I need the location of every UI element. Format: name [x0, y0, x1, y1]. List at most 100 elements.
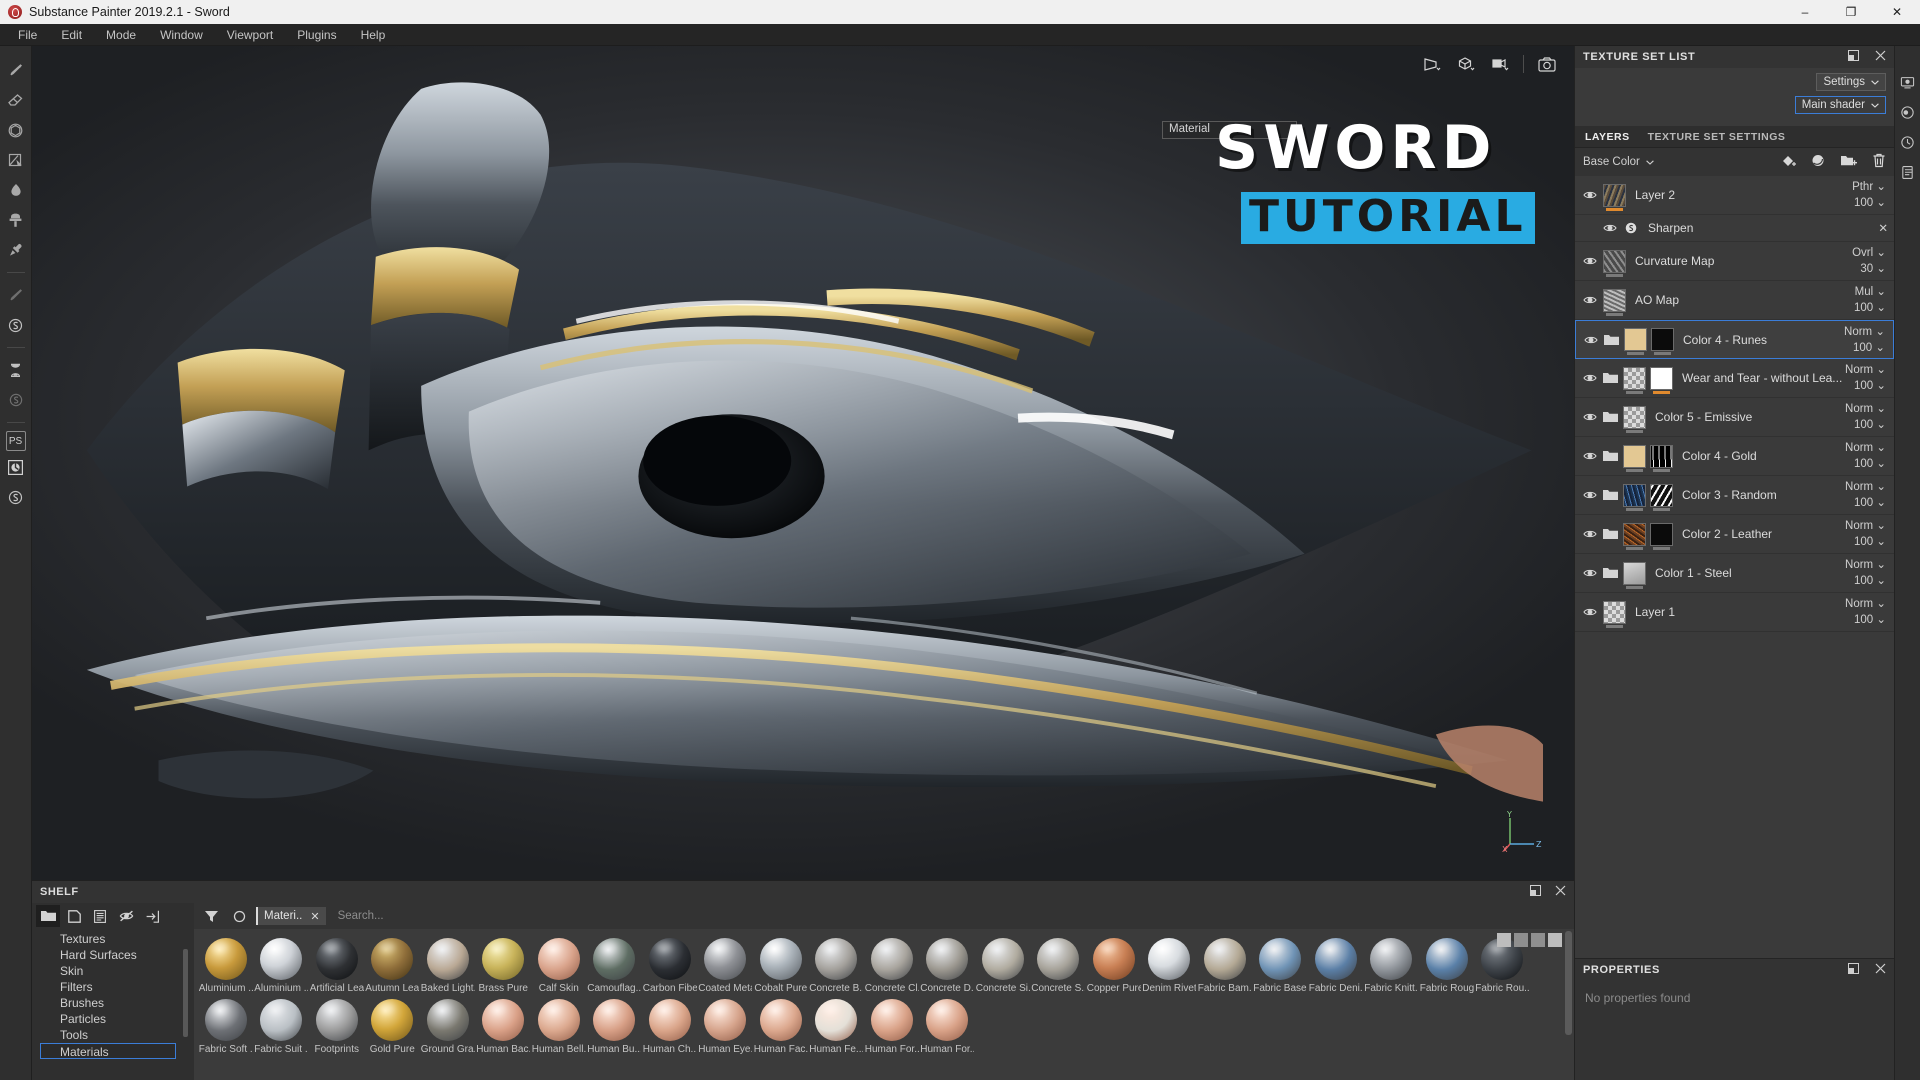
- material-thumbnail[interactable]: [815, 999, 857, 1041]
- layer-content-thumbnail[interactable]: [1624, 328, 1647, 351]
- effect-remove-icon[interactable]: ✕: [1878, 221, 1888, 237]
- material-thumbnail[interactable]: [815, 938, 857, 980]
- texture-set-close-icon[interactable]: [1875, 50, 1886, 64]
- projection-tool[interactable]: [2, 116, 30, 144]
- layer-name[interactable]: Color 4 - Runes: [1683, 333, 1767, 347]
- layer-name[interactable]: Color 4 - Gold: [1682, 449, 1757, 463]
- material-tile[interactable]: Concrete S...: [1031, 933, 1087, 994]
- layer-row[interactable]: Color 2 - LeatherNorm ⌄100 ⌄: [1575, 515, 1894, 554]
- layer-name[interactable]: Sharpen: [1648, 221, 1693, 235]
- menu-item-plugins[interactable]: Plugins: [285, 25, 348, 45]
- close-button[interactable]: ✕: [1874, 0, 1920, 24]
- layer-blend-mode[interactable]: Pthr ⌄: [1852, 179, 1888, 195]
- material-tile[interactable]: Human Bu...: [587, 994, 643, 1055]
- layer-row[interactable]: Color 4 - GoldNorm ⌄100 ⌄: [1575, 437, 1894, 476]
- view-mode-icon[interactable]: [1417, 52, 1447, 76]
- material-thumbnail[interactable]: [926, 999, 968, 1041]
- layer-folder-icon[interactable]: [1601, 411, 1619, 423]
- material-thumbnail[interactable]: [1426, 938, 1468, 980]
- menu-item-viewport[interactable]: Viewport: [215, 25, 285, 45]
- search-input[interactable]: Search...: [332, 907, 1568, 925]
- shelf-category-particles[interactable]: Particles: [32, 1011, 194, 1027]
- material-tile[interactable]: Aluminium ...: [198, 933, 254, 994]
- chip-close-icon[interactable]: ✕: [310, 910, 319, 923]
- material-thumbnail[interactable]: [871, 938, 913, 980]
- material-thumbnail[interactable]: [704, 938, 746, 980]
- circle-icon[interactable]: [228, 906, 250, 926]
- material-thumbnail[interactable]: [427, 999, 469, 1041]
- material-thumbnail[interactable]: [316, 938, 358, 980]
- smudge-tool[interactable]: [2, 176, 30, 204]
- add-folder-icon[interactable]: [1841, 154, 1857, 171]
- material-thumbnail[interactable]: [427, 938, 469, 980]
- layer-visibility-icon[interactable]: [1581, 568, 1599, 578]
- layer-content-thumbnail[interactable]: [1603, 184, 1626, 207]
- shelf-close-icon[interactable]: [1555, 885, 1566, 899]
- shelf-category-tools[interactable]: Tools: [32, 1027, 194, 1043]
- camera-rotate-icon[interactable]: [1485, 52, 1515, 76]
- shader-settings-icon[interactable]: [1898, 102, 1918, 122]
- layer-visibility-icon[interactable]: [1581, 490, 1599, 500]
- shelf-document-icon[interactable]: [88, 905, 112, 927]
- layer-opacity[interactable]: 100 ⌄: [1845, 456, 1888, 472]
- display-settings-icon[interactable]: [1898, 72, 1918, 92]
- material-thumbnail[interactable]: [260, 999, 302, 1041]
- material-tile[interactable]: Brass Pure: [476, 933, 532, 994]
- layer-list[interactable]: Layer 2Pthr ⌄100 ⌄Sharpen✕Curvature MapO…: [1575, 176, 1894, 958]
- material-tile[interactable]: Human Ch...: [642, 994, 698, 1055]
- material-thumbnail[interactable]: [926, 938, 968, 980]
- layer-opacity[interactable]: 100 ⌄: [1852, 195, 1888, 211]
- material-tile[interactable]: Artificial Lea...: [309, 933, 365, 994]
- material-grid-scrollbar[interactable]: [1565, 931, 1572, 1035]
- material-thumbnail[interactable]: [760, 938, 802, 980]
- material-tile[interactable]: Human For...: [920, 994, 976, 1055]
- substance-share-tool[interactable]: [2, 483, 30, 511]
- tab-texture-set-settings[interactable]: TEXTURE SET SETTINGS: [1648, 131, 1786, 143]
- 3d-viewport[interactable]: Material Y Z X SWORD TUTORIAL: [32, 46, 1574, 880]
- layer-content-thumbnail[interactable]: [1623, 484, 1646, 507]
- material-thumbnail[interactable]: [371, 999, 413, 1041]
- material-tile[interactable]: Concrete B...: [809, 933, 865, 994]
- material-thumbnail[interactable]: [482, 999, 524, 1041]
- material-tile[interactable]: Cobalt Pure: [753, 933, 809, 994]
- layer-folder-icon[interactable]: [1602, 334, 1620, 346]
- layer-name[interactable]: Wear and Tear - without Lea...: [1682, 371, 1842, 385]
- layer-name[interactable]: Curvature Map: [1635, 254, 1714, 268]
- material-tile[interactable]: Human For...: [864, 994, 920, 1055]
- properties-dock-icon[interactable]: [1848, 963, 1859, 977]
- layer-opacity[interactable]: 100 ⌄: [1844, 340, 1887, 356]
- material-thumbnail[interactable]: [1259, 938, 1301, 980]
- layer-folder-icon[interactable]: [1601, 567, 1619, 579]
- layer-blend-mode[interactable]: Mul ⌄: [1854, 284, 1888, 300]
- filter-icon[interactable]: [200, 906, 222, 926]
- layer-name[interactable]: Layer 1: [1635, 605, 1675, 619]
- menu-item-window[interactable]: Window: [148, 25, 215, 45]
- shelf-category-materials[interactable]: Materials: [40, 1043, 176, 1059]
- material-thumbnail[interactable]: [371, 938, 413, 980]
- material-tile[interactable]: Aluminium ...: [254, 933, 310, 994]
- layer-content-thumbnail[interactable]: [1603, 250, 1626, 273]
- menu-item-help[interactable]: Help: [349, 25, 398, 45]
- paint-brush-tool[interactable]: [2, 56, 30, 84]
- layer-name[interactable]: Color 1 - Steel: [1655, 566, 1732, 580]
- layer-content-thumbnail[interactable]: [1603, 601, 1626, 624]
- material-tile[interactable]: Denim Rivet: [1142, 933, 1198, 994]
- material-tile[interactable]: Concrete Cl...: [864, 933, 920, 994]
- layer-folder-icon[interactable]: [1601, 372, 1619, 384]
- material-thumbnail[interactable]: [649, 938, 691, 980]
- layer-visibility-icon[interactable]: [1581, 373, 1599, 383]
- material-tile[interactable]: Baked Light...: [420, 933, 476, 994]
- shelf-new-icon[interactable]: [62, 905, 86, 927]
- layer-content-thumbnail[interactable]: [1623, 523, 1646, 546]
- material-tile[interactable]: Coated Metal: [698, 933, 754, 994]
- iray-render-tool[interactable]: [2, 453, 30, 481]
- layer-mask-thumbnail[interactable]: [1650, 445, 1673, 468]
- material-tile[interactable]: Human Eye...: [698, 994, 754, 1055]
- material-thumbnail[interactable]: [205, 999, 247, 1041]
- material-thumbnail[interactable]: [1370, 938, 1412, 980]
- layer-visibility-icon[interactable]: [1581, 607, 1599, 617]
- layer-visibility-icon[interactable]: [1582, 335, 1600, 345]
- material-tile[interactable]: Concrete Si...: [975, 933, 1031, 994]
- layer-visibility-icon[interactable]: [1581, 190, 1599, 200]
- layer-opacity[interactable]: 30 ⌄: [1852, 261, 1888, 277]
